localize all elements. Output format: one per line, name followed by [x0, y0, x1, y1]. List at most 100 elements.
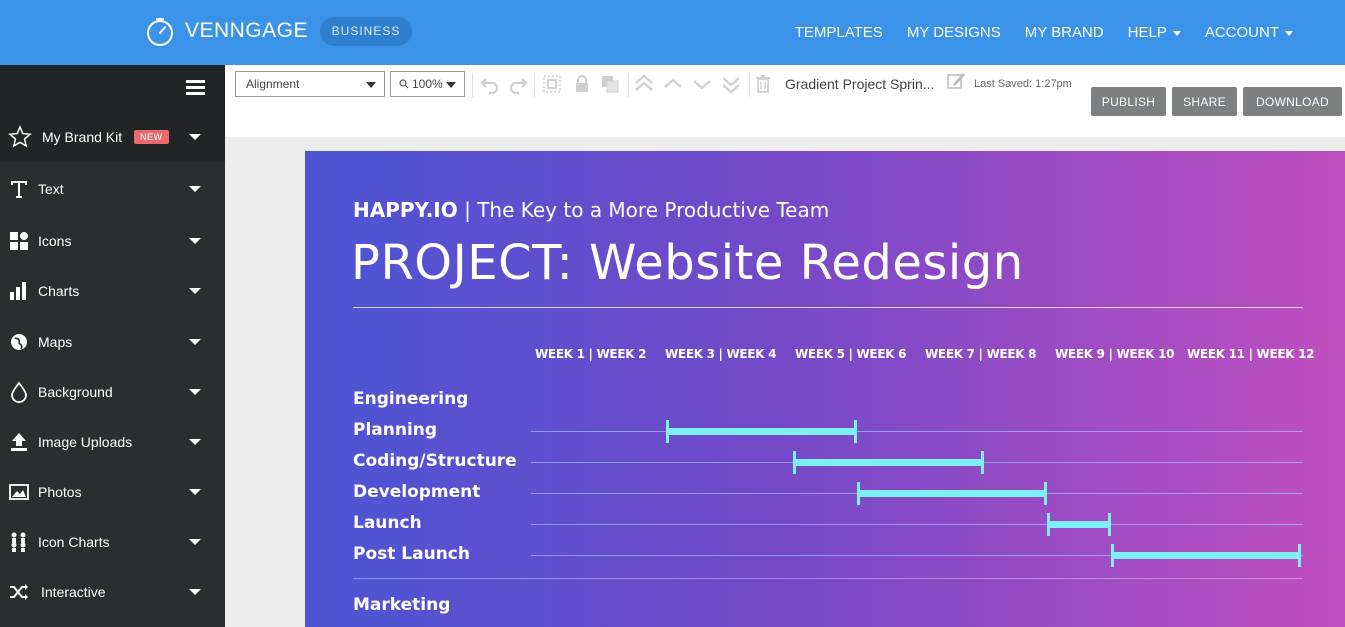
task-label[interactable]: Post Launch [353, 544, 470, 564]
sidebar-item-icon-charts[interactable]: Icon Charts [0, 517, 225, 567]
nav-help-label: HELP [1127, 24, 1167, 41]
chevron-down-icon[interactable] [189, 389, 201, 395]
sidebar-item-label: Icon Charts [38, 534, 110, 550]
chevron-down-icon[interactable] [189, 339, 201, 345]
task-duration-bar[interactable] [856, 482, 1047, 505]
download-button[interactable]: DOWNLOAD [1243, 87, 1342, 116]
nav-account-label: ACCOUNT [1204, 24, 1279, 41]
sidebar-item-image-uploads[interactable]: Image Uploads [0, 417, 225, 467]
week-column-label: WEEK 1 | WEEK 2 [535, 347, 647, 361]
task-label[interactable]: Development [353, 482, 480, 502]
task-duration-bar[interactable] [1047, 513, 1111, 536]
task-track-line [531, 431, 1303, 432]
sidebar-item-icons[interactable]: Icons [0, 216, 225, 266]
sidebar-item-label: Maps [38, 334, 73, 350]
chevron-down-icon[interactable] [189, 539, 201, 545]
sidebar-item-my-brand-kit[interactable]: My Brand Kit NEW [0, 112, 225, 162]
trash-icon[interactable] [752, 73, 774, 95]
section-divider [353, 578, 1303, 579]
upload-icon [11, 433, 27, 451]
sidebar-item-text[interactable]: Text [0, 164, 225, 214]
section-heading[interactable]: Marketing [353, 595, 450, 615]
zoom-select[interactable]: 100% [390, 71, 465, 97]
alignment-select[interactable]: Alignment [235, 71, 385, 97]
bring-forward-icon[interactable] [662, 73, 684, 95]
project-title[interactable]: PROJECT: Website Redesign [351, 235, 1024, 291]
share-button[interactable]: SHARE [1172, 87, 1237, 116]
toolbar-divider [749, 73, 750, 97]
sidebar: My Brand Kit NEW Text Icons Charts Maps … [0, 65, 225, 627]
sidebar-item-label: Interactive [41, 584, 106, 600]
bar-chart-icon [10, 282, 26, 300]
nav-help[interactable]: HELP [1128, 24, 1181, 41]
task-label[interactable]: Coding/Structure [353, 451, 517, 471]
sidebar-item-label: Charts [38, 283, 80, 299]
chevron-down-icon [446, 82, 456, 88]
chevron-down-icon[interactable] [189, 238, 201, 244]
sidebar-item-interactive[interactable]: Interactive [0, 567, 225, 617]
brand-name[interactable]: VENNGAGE [185, 19, 308, 43]
photo-icon [9, 484, 29, 500]
chevron-down-icon[interactable] [189, 439, 201, 445]
duplicate-icon[interactable] [599, 73, 621, 95]
nav-templates[interactable]: TEMPLATES [795, 24, 883, 41]
sidebar-item-background[interactable]: Background [0, 367, 225, 417]
bring-to-front-icon[interactable] [633, 73, 655, 95]
sidebar-item-label: Icons [38, 233, 72, 249]
task-label[interactable]: Launch [353, 513, 422, 533]
hamburger-menu-icon[interactable] [186, 80, 205, 96]
redo-icon[interactable] [507, 73, 529, 95]
chevron-down-icon[interactable] [189, 186, 201, 192]
group-icon[interactable] [541, 73, 563, 95]
company-tagline: | The Key to a More Productive Team [464, 198, 830, 222]
sidebar-item-label: Photos [38, 484, 82, 500]
task-duration-bar[interactable] [1110, 544, 1301, 567]
week-column-label: WEEK 11 | WEEK 12 [1187, 347, 1315, 361]
globe-icon [11, 334, 27, 350]
star-icon [8, 125, 32, 148]
chevron-down-icon [1285, 31, 1293, 36]
venngage-logo-icon[interactable] [145, 17, 175, 47]
lock-icon[interactable] [571, 73, 593, 95]
chevron-down-icon[interactable] [189, 589, 201, 595]
droplet-icon [11, 381, 27, 403]
magnifier-icon [399, 79, 409, 89]
infographic-page[interactable]: HAPPY.IO | The Key to a More Productive … [305, 151, 1345, 627]
document-title[interactable]: Gradient Project Sprin... [785, 76, 934, 92]
chevron-down-icon[interactable] [189, 489, 201, 495]
task-label[interactable]: Planning [353, 420, 437, 440]
sidebar-item-label: My Brand Kit [42, 129, 123, 145]
publish-button[interactable]: PUBLISH [1091, 87, 1166, 116]
editor-toolbar: Alignment 100% Gradient Project Sprin...… [225, 65, 1345, 137]
chevron-down-icon[interactable] [189, 134, 201, 140]
sidebar-item-photos[interactable]: Photos [0, 467, 225, 517]
toolbar-divider [472, 73, 473, 97]
edit-title-icon[interactable] [945, 70, 967, 92]
nav-account[interactable]: ACCOUNT [1205, 24, 1293, 41]
section-heading[interactable]: Engineering [353, 389, 468, 409]
shapes-icon [10, 232, 28, 250]
chevron-down-icon [1172, 31, 1181, 36]
nav-my-brand[interactable]: MY BRAND [1025, 24, 1104, 41]
top-navigation-bar: VENNGAGE BUSINESS TEMPLATES MY DESIGNS M… [0, 0, 1345, 65]
people-chart-icon [11, 532, 26, 552]
undo-icon[interactable] [479, 73, 501, 95]
new-badge: NEW [134, 130, 169, 144]
task-duration-bar[interactable] [793, 451, 984, 474]
plan-badge: BUSINESS [320, 17, 412, 46]
send-to-back-icon[interactable] [720, 73, 742, 95]
infographic-header[interactable]: HAPPY.IO | The Key to a More Productive … [353, 198, 829, 222]
design-canvas: HAPPY.IO | The Key to a More Productive … [225, 137, 1345, 627]
send-backward-icon[interactable] [691, 73, 713, 95]
week-column-label: WEEK 9 | WEEK 10 [1055, 347, 1175, 361]
nav-templates-label: TEMPLATES [794, 24, 883, 41]
text-icon [11, 181, 27, 198]
toolbar-divider [628, 73, 629, 97]
sidebar-item-charts[interactable]: Charts [0, 266, 225, 316]
nav-my-designs[interactable]: MY DESIGNS [907, 24, 1001, 41]
task-duration-bar[interactable] [666, 420, 857, 443]
chevron-down-icon[interactable] [189, 288, 201, 294]
task-track-line [531, 524, 1303, 525]
sidebar-header [0, 65, 225, 112]
sidebar-item-maps[interactable]: Maps [0, 317, 225, 367]
